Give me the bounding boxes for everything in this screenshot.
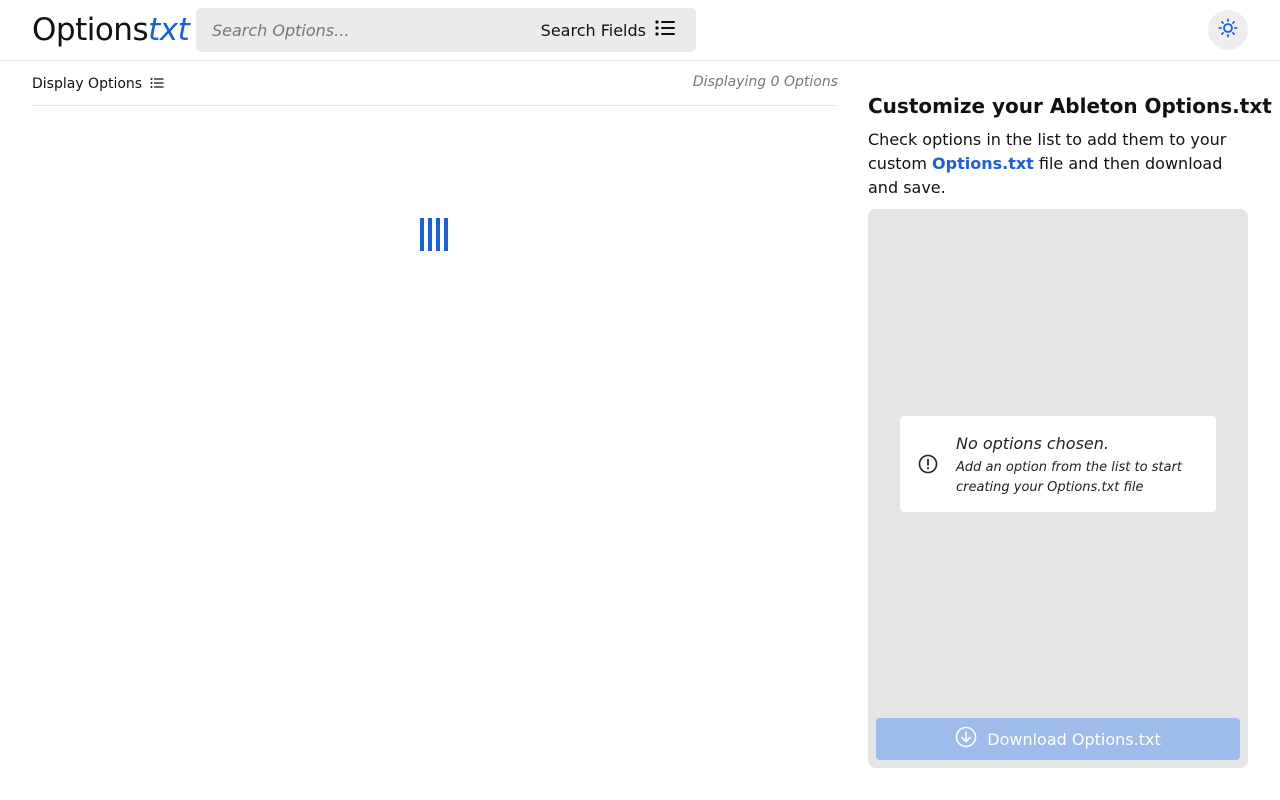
empty-state-title: No options chosen.: [956, 434, 1109, 453]
options-txt-link[interactable]: Options.txt: [932, 154, 1034, 173]
sun-icon: [1218, 18, 1238, 42]
options-count: Displaying 0 Options: [692, 74, 838, 90]
logo-main-text: Options: [32, 12, 149, 48]
loading-spinner: [420, 218, 450, 251]
search-fields-label: Search Fields: [540, 20, 646, 40]
list-icon: [150, 74, 164, 93]
download-button[interactable]: Download Options.txt: [876, 718, 1240, 760]
logo-ext-text: txt: [148, 12, 190, 48]
top-bar: Optionstxt Search Fields: [0, 0, 1280, 61]
download-circle-icon: [955, 726, 977, 752]
list-icon: [654, 19, 676, 41]
options-list-header: Display Options Displaying 0 Options: [32, 61, 838, 106]
empty-state-card: No options chosen. Add an option from th…: [900, 416, 1216, 512]
selected-options-panel: No options chosen. Add an option from th…: [868, 209, 1248, 768]
download-button-label: Download Options.txt: [987, 729, 1161, 749]
display-options-label: Display Options: [32, 75, 143, 92]
sidebar-description: Check options in the list to add them to…: [868, 128, 1248, 200]
theme-toggle-button[interactable]: [1208, 10, 1248, 50]
app-logo[interactable]: Optionstxt: [32, 10, 190, 50]
empty-state-body: Add an option from the list to start cre…: [956, 460, 1182, 495]
alert-circle-icon: [918, 454, 938, 478]
search-bar: Search Fields: [196, 8, 696, 52]
display-options-button[interactable]: Display Options: [32, 74, 164, 93]
search-fields-button[interactable]: Search Fields: [541, 8, 696, 52]
sidebar-title: Customize your Ableton Options.txt: [868, 94, 1272, 118]
search-input[interactable]: [196, 8, 536, 52]
